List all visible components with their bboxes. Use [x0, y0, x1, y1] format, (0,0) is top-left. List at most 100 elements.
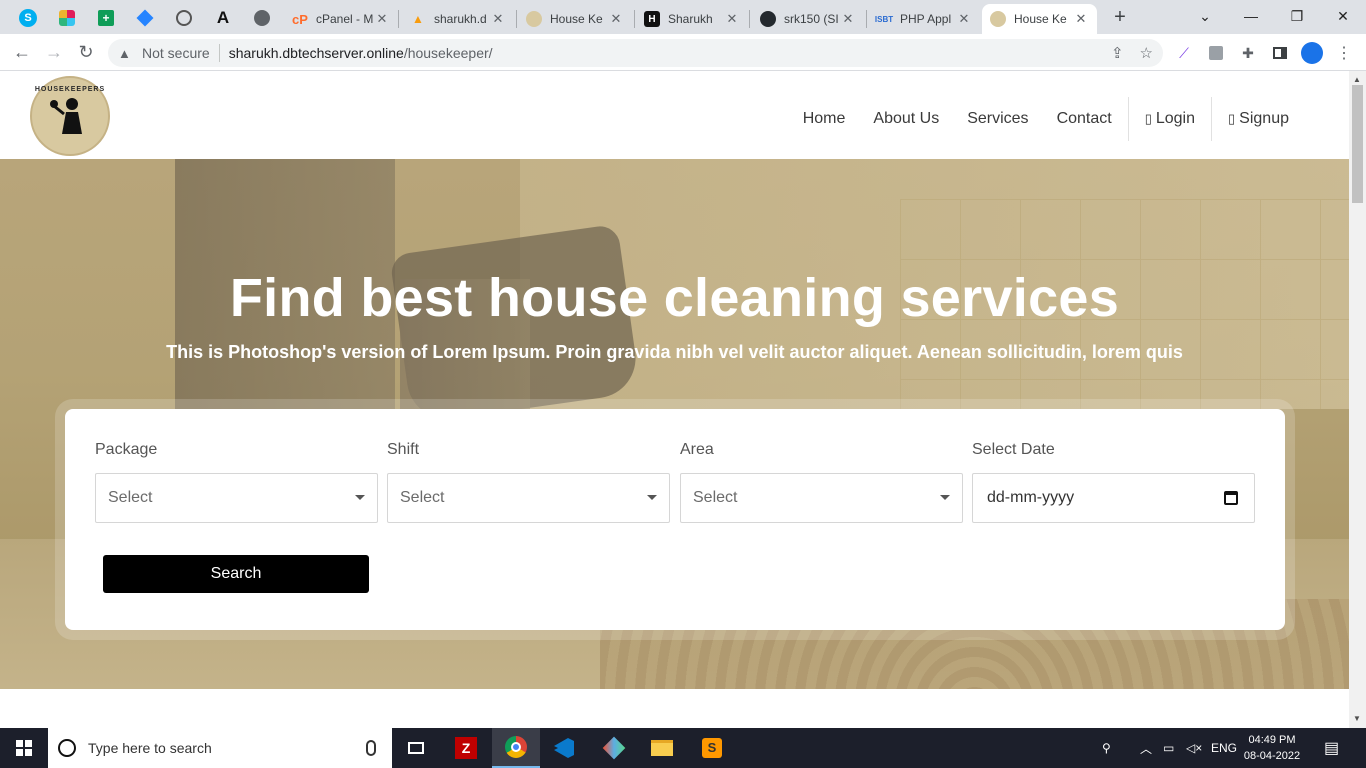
page-scrollbar[interactable]: ▲ ▼	[1349, 71, 1366, 728]
reload-button[interactable]: ↻	[74, 41, 98, 65]
browser-toolbar: ← → ↻ ▲ Not secure sharukh.dbtechserver.…	[0, 34, 1366, 71]
nav-login[interactable]: ▯ Login	[1131, 110, 1209, 128]
scroll-up-arrow-icon[interactable]: ▲	[1353, 75, 1361, 84]
sheets-icon[interactable]: +	[92, 5, 120, 31]
close-tab-icon[interactable]: ✕	[724, 11, 740, 27]
menu-kebab-icon[interactable]: ⋮	[1333, 42, 1355, 64]
extensions-puzzle-icon[interactable]: ✚	[1237, 42, 1259, 64]
profile-avatar-icon[interactable]	[1301, 42, 1323, 64]
show-hidden-icons-chevron[interactable]: ︿	[1140, 728, 1152, 768]
forward-button[interactable]: →	[42, 41, 66, 65]
tab-cpanel[interactable]: cP cPanel - M ✕	[284, 4, 398, 34]
taskbar-search-box[interactable]: Type here to search	[48, 728, 392, 768]
slack-icon[interactable]	[53, 5, 81, 31]
extension-pen-icon[interactable]: ⟋	[1173, 42, 1195, 64]
date-input[interactable]: dd-mm-yyyy	[972, 473, 1255, 523]
close-tab-icon[interactable]: ✕	[608, 11, 624, 27]
network-icon[interactable]: ▭	[1163, 728, 1174, 768]
side-panel-icon[interactable]	[1269, 42, 1291, 64]
security-label[interactable]: Not secure	[142, 45, 210, 61]
minimize-button[interactable]: —	[1239, 4, 1263, 28]
tab-hashnode[interactable]: H Sharukh ✕	[636, 4, 748, 34]
circle-app-icon[interactable]	[170, 5, 198, 31]
back-button[interactable]: ←	[10, 41, 34, 65]
site-header: HOUSEKEEPERS Home About Us Services Cont…	[0, 71, 1349, 159]
chrome-icon[interactable]	[492, 728, 540, 768]
language-indicator[interactable]: ENG	[1211, 728, 1237, 768]
vscode-icon[interactable]	[540, 728, 588, 768]
close-tab-icon[interactable]: ✕	[374, 11, 390, 27]
microphone-icon[interactable]	[366, 740, 376, 756]
close-tab-icon[interactable]: ✕	[1073, 11, 1089, 27]
package-field: Package Select	[95, 441, 378, 523]
package-label: Package	[95, 441, 158, 458]
notifications-icon[interactable]: ▤	[1324, 728, 1339, 768]
hero-title: Find best house cleaning services	[229, 268, 1120, 328]
tab-title: srk150 (SI	[784, 12, 839, 26]
taskbar-clock[interactable]: 04:49 PM 08-04-2022	[1236, 732, 1308, 764]
start-button[interactable]	[0, 728, 48, 768]
signup-icon: ▯	[1228, 111, 1236, 126]
close-tab-icon[interactable]: ✕	[840, 11, 856, 27]
tab-title: Sharukh	[668, 12, 713, 26]
search-button[interactable]: Search	[103, 555, 369, 593]
shift-select[interactable]: Select	[387, 473, 670, 523]
main-nav: Home About Us Services Contact ▯ Login ▯ S…	[789, 95, 1303, 143]
share-icon[interactable]: ⇪	[1111, 44, 1124, 62]
a-app-icon[interactable]: A	[209, 5, 237, 31]
new-tab-button[interactable]: +	[1110, 6, 1130, 28]
extension-image-icon[interactable]	[1205, 42, 1227, 64]
scrollbar-thumb[interactable]	[1352, 85, 1363, 203]
tab-title: House Ke	[550, 12, 603, 26]
jira-icon[interactable]	[131, 5, 159, 31]
nav-signup[interactable]: ▯ Signup	[1214, 110, 1303, 128]
area-select[interactable]: Select	[680, 473, 963, 523]
cortana-circle-icon	[58, 739, 76, 757]
sublime-text-icon[interactable]: S	[688, 728, 736, 768]
file-explorer-icon[interactable]	[638, 728, 686, 768]
site-logo[interactable]: HOUSEKEEPERS	[30, 76, 110, 156]
tab-phpmyadmin[interactable]: ▲ sharukh.d ✕	[402, 4, 514, 34]
close-tab-icon[interactable]: ✕	[956, 11, 972, 27]
tab-title: cPanel - M	[316, 12, 374, 26]
dropdown-caret-icon	[355, 495, 365, 500]
calendar-icon[interactable]	[1224, 491, 1238, 505]
nav-services[interactable]: Services	[953, 110, 1042, 128]
git-icon[interactable]	[590, 728, 638, 768]
hero-section: Find best house cleaning services This i…	[0, 159, 1349, 689]
hashnode-icon: H	[644, 11, 660, 27]
phpmyadmin-icon: ▲	[412, 12, 424, 26]
people-icon[interactable]: ⚲	[1102, 728, 1111, 768]
close-window-button[interactable]: ✕	[1331, 4, 1355, 28]
address-bar[interactable]: ▲ Not secure sharukh.dbtechserver.online…	[108, 39, 1163, 67]
tab-github[interactable]: srk150 (SI ✕	[752, 4, 864, 34]
tab-housekeeper-active[interactable]: House Ke ✕	[982, 4, 1097, 34]
globe-icon[interactable]	[248, 5, 276, 31]
clock-time: 04:49 PM	[1248, 734, 1296, 746]
nav-home[interactable]: Home	[789, 110, 860, 128]
close-tab-icon[interactable]: ✕	[490, 11, 506, 27]
tab-php-app[interactable]: ISBT PHP Appl ✕	[868, 4, 980, 34]
page-viewport: HOUSEKEEPERS Home About Us Services Cont…	[0, 71, 1349, 728]
skype-icon[interactable]: S	[14, 5, 42, 31]
nav-contact[interactable]: Contact	[1043, 110, 1126, 128]
tab-housekeeper[interactable]: House Ke ✕	[518, 4, 632, 34]
tab-title: House Ke	[1014, 12, 1067, 26]
restore-button[interactable]: ❐	[1285, 4, 1309, 28]
clock-date: 08-04-2022	[1243, 750, 1301, 762]
scroll-down-arrow-icon[interactable]: ▼	[1353, 714, 1361, 723]
volume-muted-icon[interactable]: ◁×	[1186, 728, 1202, 768]
package-select[interactable]: Select	[95, 473, 378, 523]
nav-about[interactable]: About Us	[859, 110, 953, 128]
github-icon	[760, 11, 776, 27]
windows-logo-icon	[16, 740, 32, 756]
tab-search-chevron-icon[interactable]: ⌄	[1193, 4, 1217, 28]
date-placeholder: dd-mm-yyyy	[987, 489, 1075, 506]
filezilla-icon[interactable]: Z	[442, 728, 490, 768]
task-view-icon[interactable]	[392, 728, 440, 768]
bookmark-star-icon[interactable]: ☆	[1140, 44, 1153, 62]
nav-login-label: Login	[1155, 110, 1196, 127]
url-text[interactable]: sharukh.dbtechserver.online/housekeeper/	[229, 45, 493, 61]
dropdown-caret-icon	[647, 495, 657, 500]
warning-icon[interactable]: ▲	[118, 46, 134, 61]
